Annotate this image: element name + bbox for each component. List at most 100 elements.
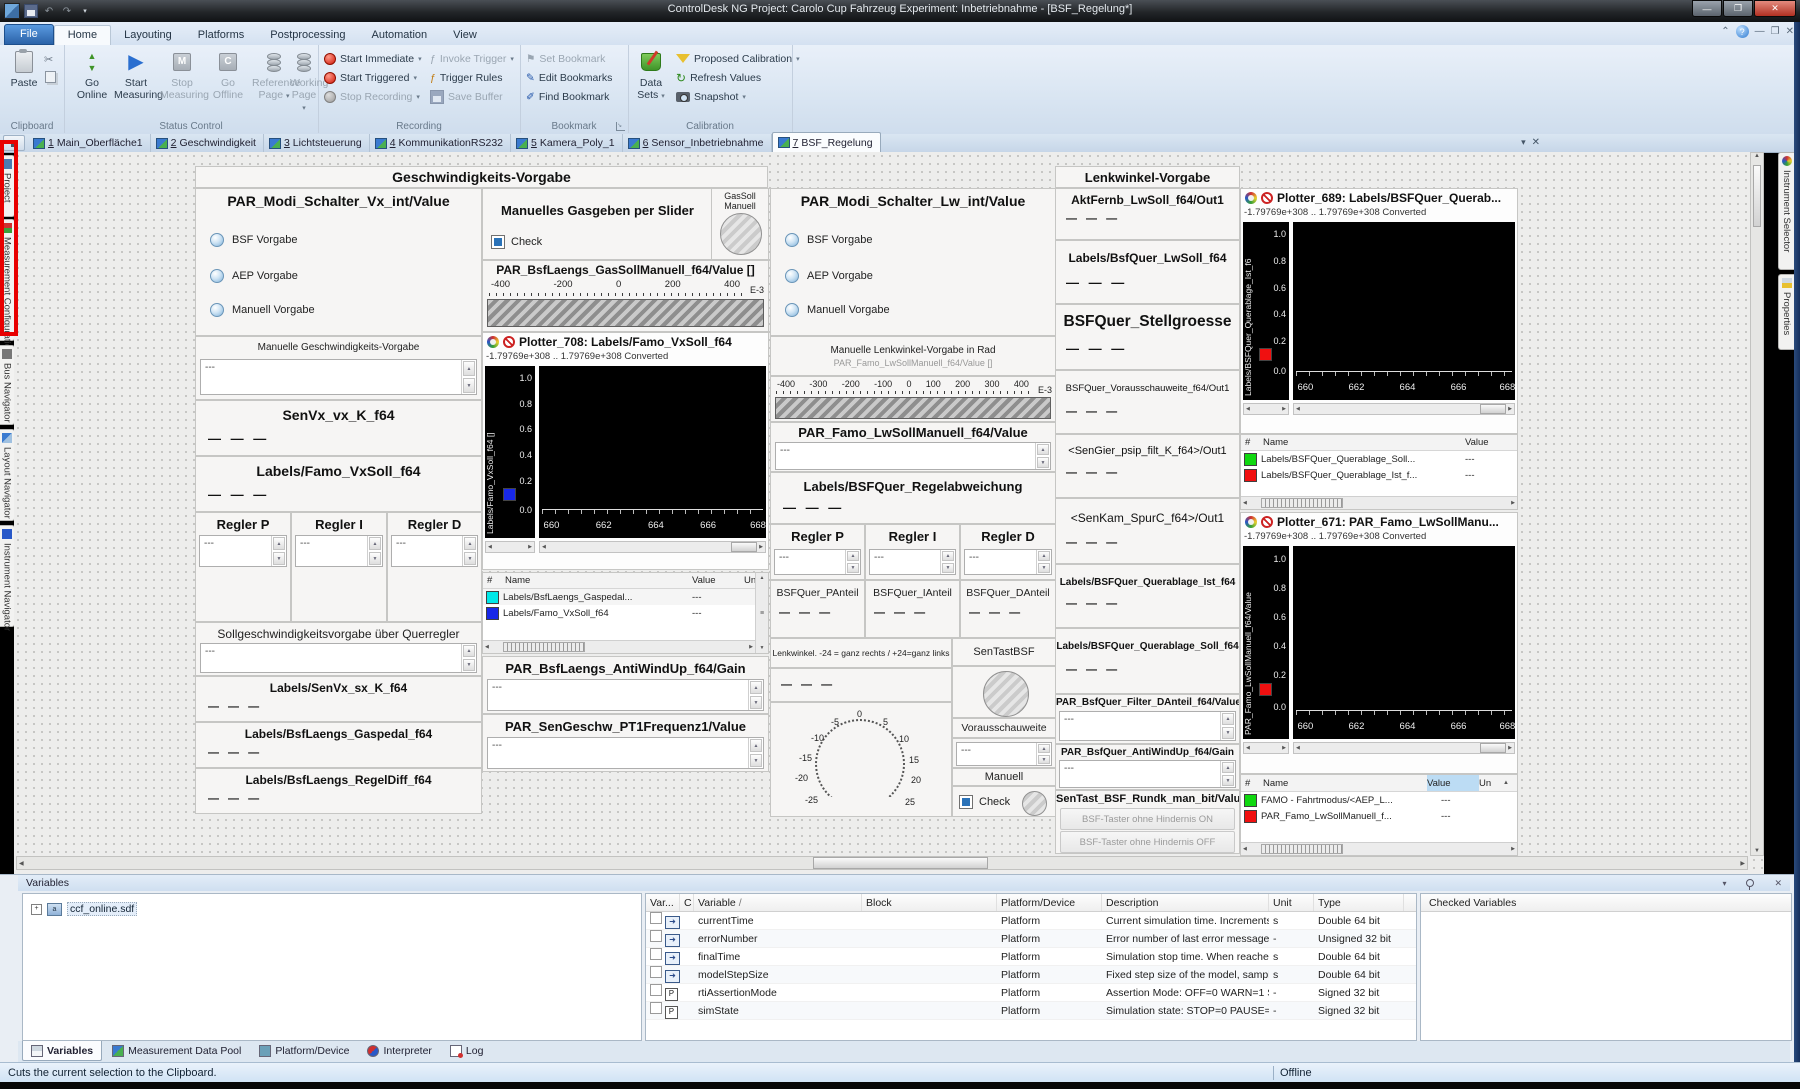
layout-tab-7-active[interactable]: 7BSF_Regelung (772, 132, 881, 152)
tab-log[interactable]: Log (442, 1041, 492, 1060)
quer-regler-d-input[interactable]: ---▲▼ (964, 549, 1052, 575)
radio-icon[interactable] (210, 269, 224, 283)
panel-close-icon[interactable]: ✕ (1774, 878, 1782, 889)
plot-area[interactable]: 660662 664666 668 (539, 366, 766, 538)
radio-icon[interactable] (210, 303, 224, 317)
check-checkbox[interactable] (959, 795, 973, 809)
radio-manuell-vorgabe[interactable]: Manuell Vorgabe (785, 303, 890, 317)
querregler-input[interactable]: ---▲▼ (200, 643, 477, 673)
col-variable[interactable]: Variable/ (694, 894, 862, 911)
filter-danteil-input[interactable]: ---▲▼ (1059, 711, 1236, 741)
set-bookmark-button[interactable]: ⚑Set Bookmark (526, 50, 605, 67)
variable-row[interactable]: ➜ currentTime Platform Current simulatio… (646, 912, 1416, 930)
col-c[interactable]: C (680, 894, 694, 911)
start-immediate-button[interactable]: Start Immediate▾ (324, 50, 422, 67)
regler-i-input[interactable]: ---▲▼ (295, 535, 383, 567)
maximize-button[interactable]: ❐ (1723, 0, 1753, 17)
tab-measurement-data-pool[interactable]: Measurement Data Pool (104, 1041, 249, 1060)
bsf-taster-on-button[interactable]: BSF-Taster ohne Hindernis ON (1060, 808, 1235, 830)
tab-interpreter[interactable]: Interpreter (359, 1041, 439, 1060)
go-offline-button[interactable]: C GoOffline (206, 49, 250, 101)
snapshot-button[interactable]: Snapshot▾ (676, 88, 746, 105)
spinner-buttons[interactable]: ▲▼ (461, 360, 476, 394)
plot-scrollbars[interactable]: ◀▶ ◀▶ (1243, 742, 1515, 754)
spinner-buttons[interactable]: ▲▼ (1036, 550, 1051, 574)
variable-row[interactable]: ➜ modelStepSize Platform Fixed step size… (646, 966, 1416, 984)
tab-view[interactable]: View (440, 26, 490, 45)
bsf-taster-off-button[interactable]: BSF-Taster ohne Hindernis OFF (1060, 831, 1235, 853)
signal-row[interactable]: Labels/BSFQuer_Querablage_Ist_f... --- (1241, 467, 1517, 483)
radio-icon[interactable] (785, 233, 799, 247)
close-button[interactable]: ✕ (1754, 0, 1796, 17)
layout-tab-2[interactable]: 2Geschwindigkeit (151, 134, 264, 152)
spinner-buttons[interactable]: ▲▼ (367, 536, 382, 566)
tab-variables[interactable]: Variables (22, 1041, 102, 1061)
tab-close-icon[interactable]: ✕ (1532, 137, 1540, 148)
radio-aep-vorgabe[interactable]: AEP Vorgabe (785, 269, 873, 283)
signal-row[interactable]: Labels/Famo_VxSoll_f64 --- (483, 605, 768, 621)
sidebar-tab-instrument-navigator[interactable]: Instrument Navigator (0, 525, 15, 627)
sidebar-tab-bus-navigator[interactable]: Bus Navigator (0, 345, 15, 425)
minimize-button[interactable]: — (1692, 0, 1722, 17)
stop-measuring-button[interactable]: M StopMeasuring (160, 49, 204, 101)
sidebar-tab-layout-navigator[interactable]: Layout Navigator (0, 429, 15, 521)
plot-area[interactable]: 660662 664666 668 (1293, 222, 1515, 400)
variable-row[interactable]: P rtiAssertionMode Platform Assertion Mo… (646, 984, 1416, 1002)
signal-row[interactable]: Labels/BsfLaengs_Gaspedal... --- (483, 589, 768, 605)
working-page-button[interactable]: WorkingPage ▾ (290, 49, 318, 113)
quer-antiwindup-input[interactable]: ---▲▼ (1059, 760, 1236, 788)
radio-aep-vorgabe[interactable]: AEP Vorgabe (210, 269, 298, 283)
lenkwinkel-gauge[interactable]: 0 -5 5 -10 10 -15 15 -20 20 -25 25 (770, 702, 952, 817)
pt1-input[interactable]: ---▲▼ (487, 737, 764, 769)
spinner-buttons[interactable]: ▲▼ (1036, 743, 1051, 765)
cut-icon[interactable]: ✂ (44, 53, 53, 66)
plot-scrollbars[interactable]: ◀▶ ◀▶ (485, 541, 766, 553)
check-checkbox[interactable] (491, 235, 505, 249)
variable-row[interactable]: ➜ errorNumber Platform Error number of l… (646, 930, 1416, 948)
row-checkbox[interactable] (650, 930, 662, 942)
workspace-h-scrollbar[interactable]: ◀ ▶ (16, 856, 1748, 870)
col-unit[interactable]: Unit (1269, 894, 1314, 911)
vorausschauweite-input[interactable]: ---▲▼ (956, 742, 1052, 766)
radio-icon[interactable] (785, 269, 799, 283)
col-block[interactable]: Block (862, 894, 997, 911)
no-recording-icon[interactable] (1261, 192, 1273, 204)
quer-regler-p-input[interactable]: ---▲▼ (774, 549, 861, 575)
panel-pin-icon[interactable] (1746, 879, 1754, 887)
spinner-buttons[interactable]: ▲▼ (748, 738, 763, 768)
row-checkbox[interactable] (650, 948, 662, 960)
spinner-buttons[interactable]: ▲▼ (271, 536, 286, 566)
row-checkbox[interactable] (650, 912, 662, 924)
antiwindup-input[interactable]: ---▲▼ (487, 679, 764, 711)
tab-automation[interactable]: Automation (358, 26, 440, 45)
data-sets-button[interactable]: DataSets ▾ (632, 49, 670, 101)
workspace-v-scrollbar[interactable]: ▲ ▼ (1750, 152, 1764, 856)
gas-check-row[interactable]: Check (491, 235, 542, 249)
lwsoll-manuell-input[interactable]: ---▲▼ (775, 442, 1051, 470)
sidebar-tab-properties[interactable]: Properties (1778, 274, 1794, 350)
spinner-buttons[interactable]: ▲▼ (940, 550, 955, 574)
plot-scrollbars[interactable]: ◀▶ ◀▶ (1243, 403, 1515, 415)
help-icon[interactable]: ? (1736, 25, 1749, 38)
refresh-values-button[interactable]: ↻Refresh Values (676, 69, 761, 86)
trigger-rules-button[interactable]: ƒTrigger Rules (430, 69, 502, 86)
layout-tab-3[interactable]: 3Lichtsteuerung (264, 134, 370, 152)
spinner-buttons[interactable]: ▲▼ (1035, 443, 1050, 469)
invoke-trigger-button[interactable]: ƒInvoke Trigger▾ (430, 50, 514, 67)
signal-row[interactable]: PAR_Famo_LwSollManuell_f... --- (1241, 808, 1517, 824)
radio-icon[interactable] (785, 303, 799, 317)
regler-p-input[interactable]: ---▲▼ (199, 535, 287, 567)
lw-slider-track[interactable] (775, 397, 1051, 419)
row-checkbox[interactable] (650, 984, 662, 996)
mdi-close-icon[interactable]: ✕ (1786, 26, 1794, 37)
bookmark-dialog-launcher[interactable]: ↘ (616, 122, 625, 131)
stop-recording-button[interactable]: Stop Recording▾ (324, 88, 420, 105)
gassoll-knob[interactable] (720, 213, 762, 255)
mdi-restore-icon[interactable]: ❐ (1771, 26, 1780, 37)
col-platform-device[interactable]: Platform/Device (997, 894, 1102, 911)
tab-home[interactable]: Home (54, 25, 111, 45)
tab-postprocessing[interactable]: Postprocessing (257, 26, 358, 45)
plotter-icon[interactable] (1245, 192, 1257, 204)
spinner-buttons[interactable]: ▲▼ (1220, 761, 1235, 787)
no-recording-icon[interactable] (503, 336, 515, 348)
